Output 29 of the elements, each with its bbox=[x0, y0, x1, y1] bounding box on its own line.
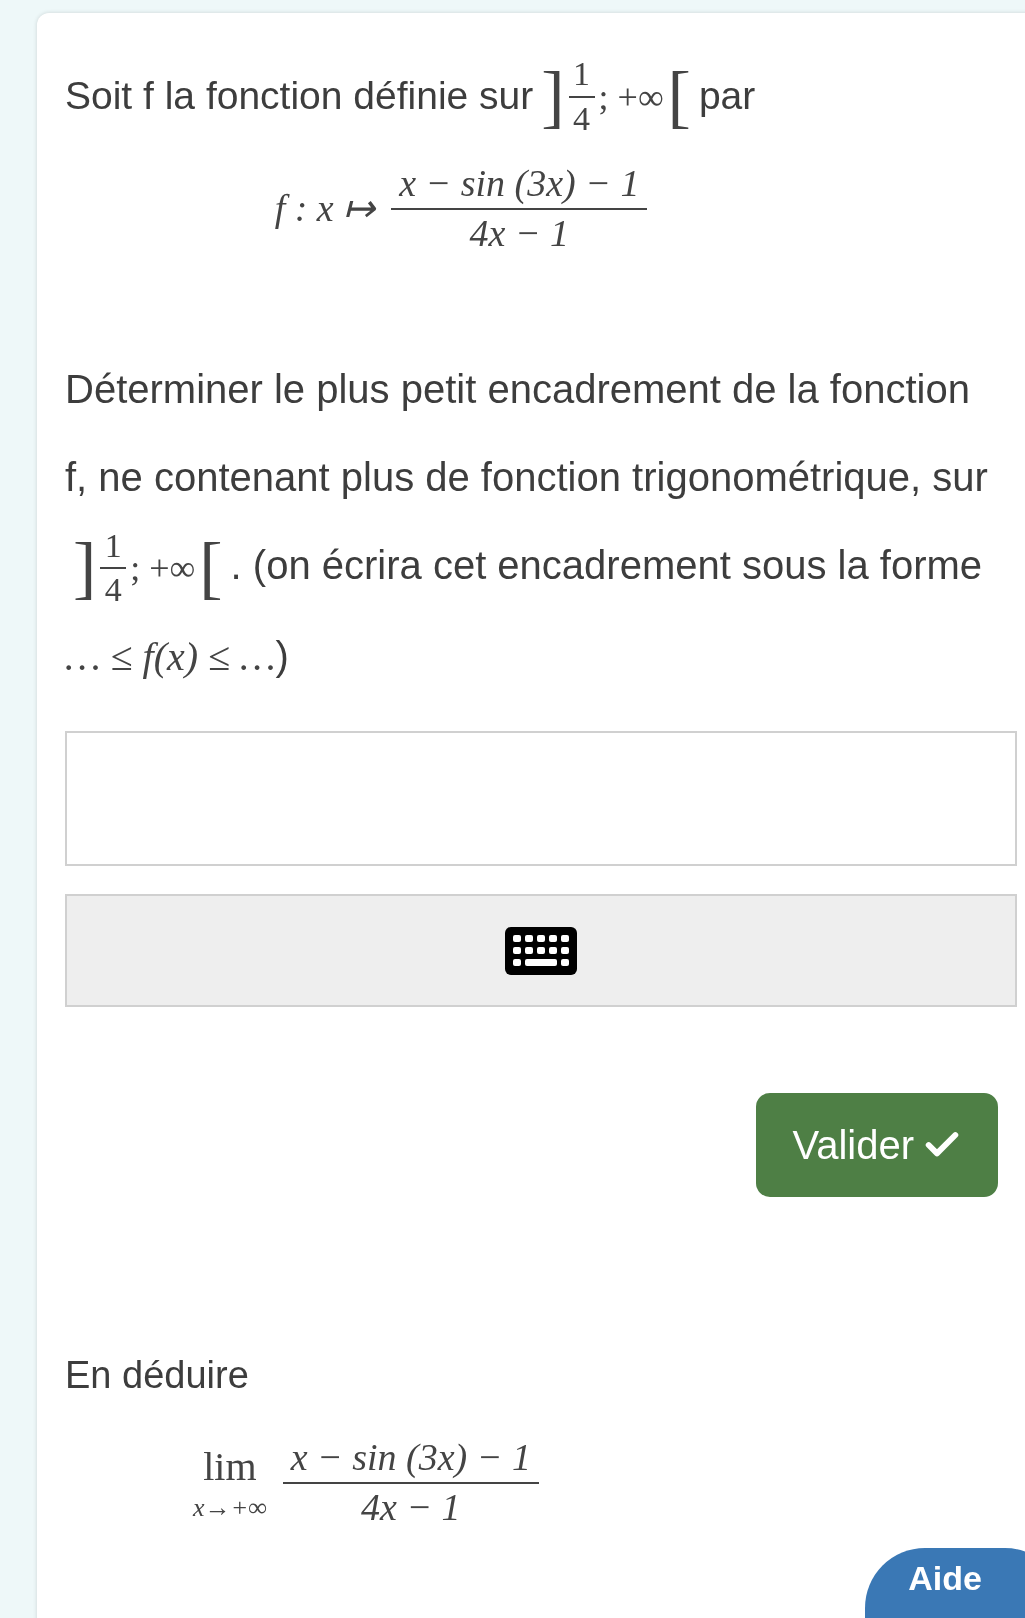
math-text: f : x ↦ bbox=[274, 186, 376, 231]
denominator: 4 bbox=[573, 98, 591, 139]
keyboard-toggle[interactable] bbox=[65, 894, 1017, 1008]
denominator: 4x − 1 bbox=[469, 210, 570, 256]
bracket: [ bbox=[199, 533, 223, 604]
question-text: ) bbox=[275, 634, 289, 679]
intro-text: par bbox=[698, 73, 756, 120]
math-text: ; +∞ bbox=[130, 547, 196, 591]
help-button[interactable]: Aide bbox=[865, 1548, 1025, 1618]
numerator: 1 bbox=[573, 54, 591, 94]
numerator: x − sin (3x) − 1 bbox=[398, 161, 641, 206]
keyboard-icon bbox=[505, 926, 577, 975]
math-text: lim bbox=[203, 1442, 257, 1491]
intro-text: Soit f la fonction définie sur bbox=[65, 73, 534, 120]
numerator: x − sin (3x) − 1 bbox=[289, 1435, 532, 1481]
denominator: 4 bbox=[104, 570, 122, 611]
question-text: Déterminer le plus petit encadrement de la fonction f, ne contenant plus de fonction trigonométrique, sur bbox=[65, 367, 988, 499]
answer-field[interactable] bbox=[65, 731, 1017, 867]
denominator: 4x − 1 bbox=[361, 1484, 461, 1530]
bracket: ] bbox=[541, 61, 565, 132]
math-text: … ≤ f(x) ≤ … bbox=[65, 634, 276, 680]
math-text: ; +∞ bbox=[598, 75, 664, 119]
numerator: 1 bbox=[104, 525, 122, 566]
deduce-text: En déduire bbox=[65, 1353, 250, 1399]
submit-button[interactable]: Valider bbox=[756, 1093, 998, 1198]
question-text: . (on écrira cet encadrement sous la forme bbox=[230, 543, 983, 587]
math-text: x→+∞ bbox=[193, 1491, 267, 1524]
bracket: ] bbox=[73, 533, 97, 604]
bracket: [ bbox=[667, 61, 691, 132]
